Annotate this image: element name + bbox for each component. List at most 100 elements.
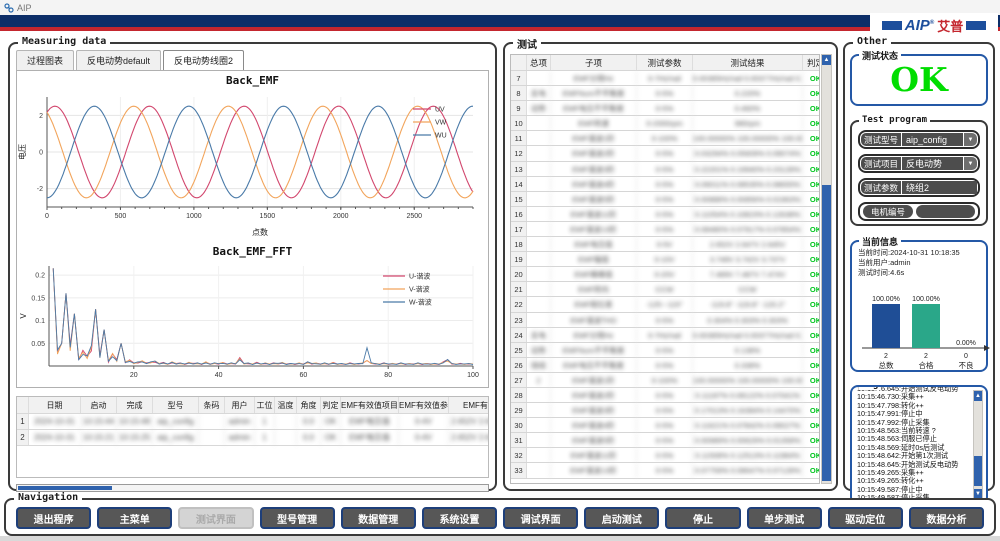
table-row[interactable]: 33EMF谐波13阶0-5%0.07759% 0.08647% 0.07128%… <box>511 463 819 478</box>
navigation-title: Navigation <box>14 492 82 503</box>
table-row[interactable]: 26绕组EMF电压不平衡度0-5%0.338%OK <box>511 358 819 373</box>
nav-button-7[interactable]: 启动测试 <box>584 507 659 529</box>
nav-button-5[interactable]: 系统设置 <box>422 507 497 529</box>
header-cell <box>17 397 29 413</box>
nav-button-0[interactable]: 退出程序 <box>16 507 91 529</box>
svg-text:0: 0 <box>45 213 49 220</box>
table-row[interactable]: 23EMF谐波THD0-5%0.304% 0.303% 0.303%OK <box>511 313 819 328</box>
subitem-cell: EMF谐波4阶 <box>551 177 637 191</box>
tab-1[interactable]: 反电动势default <box>76 50 161 70</box>
window-title: AIP <box>17 3 32 13</box>
footer-strip <box>0 536 1000 541</box>
svg-text:80: 80 <box>384 372 392 379</box>
table-row[interactable]: 15EMF谐波5阶0-5%0.00888% 0.00856% 0.01963%O… <box>511 192 819 207</box>
row-number: 31 <box>511 433 527 447</box>
data-cell: 1 <box>255 414 275 429</box>
table-row[interactable]: 272EMF谐波1阶0-100%100.00000% 100.00000% 10… <box>511 373 819 388</box>
verdict-cell: OK <box>803 297 820 311</box>
table-row[interactable]: 17EMF谐波13阶0-5%0.08480% 0.07917% 0.07854%… <box>511 222 819 237</box>
row-number: 23 <box>511 313 527 327</box>
data-cell: 2024-10-31 <box>29 430 81 445</box>
nav-button-1[interactable]: 主菜单 <box>97 507 172 529</box>
log-scrollbar[interactable]: ▲ ▼ <box>973 390 983 500</box>
logo-right-block <box>966 21 986 30</box>
table-row[interactable]: 16EMF谐波11阶0-5%0.11054% 0.10823% 0.12638%… <box>511 207 819 222</box>
group-cell <box>527 448 551 462</box>
subitem-cell: EMF电压不平衡度 <box>551 101 637 115</box>
header-cell: 工位 <box>255 397 275 413</box>
scrollbar-thumb[interactable] <box>822 185 831 481</box>
table-row[interactable]: 12024-10-3110:15:4410:15:48aip_configadm… <box>17 414 488 430</box>
svg-text:100.00%: 100.00% <box>872 296 900 303</box>
motor-number-button[interactable]: 电机编号 <box>863 205 913 218</box>
table-row[interactable]: 14EMF谐波4阶0-5%0.06011% 0.08535% 0.08655%O… <box>511 177 819 192</box>
test-param-field[interactable]: 测试参数 绕组2 <box>858 178 980 197</box>
brand-cn: 艾普 <box>937 16 963 35</box>
nav-button-9[interactable]: 单步测试 <box>747 507 822 529</box>
header-cell: 温度 <box>275 397 297 413</box>
table-row[interactable]: 8反电EMFNum不平衡度0-5%0.220%OK <box>511 86 819 101</box>
subitem-cell: EMF相位差 <box>551 297 637 311</box>
param-cell: 0-5% <box>637 177 693 191</box>
param-cell: 0-7Hz/rad <box>637 71 693 85</box>
scroll-up-icon[interactable]: ▲ <box>974 391 982 401</box>
log-title: Log <box>859 385 881 390</box>
svg-text:0.2: 0.2 <box>35 273 45 280</box>
model-select[interactable]: 测试型号 aip_config ▼ <box>858 130 980 149</box>
window-titlebar: AIP <box>0 0 1000 15</box>
table-row[interactable]: 11EMF谐波1阶0-100%100.00000% 100.00000% 100… <box>511 131 819 146</box>
table-row[interactable]: 13EMF谐波3阶0-5%0.22201% 0.19940% 0.23128%O… <box>511 162 819 177</box>
table-row[interactable]: 22EMF相位差-125~-115°-119.8° -119.8° -120.2… <box>511 297 819 312</box>
nav-button-10[interactable]: 驱动定位 <box>828 507 903 529</box>
svg-text:V: V <box>19 313 28 319</box>
param-cell: 0-100% <box>637 373 693 387</box>
table-row[interactable]: 7EMF分频Hz0-7Hz/rad0.00385Hz/rad 0.00377Hz… <box>511 71 819 86</box>
result-cell: CCW <box>693 282 803 296</box>
row-number: 1 <box>17 414 29 429</box>
nav-button-3[interactable]: 型号管理 <box>260 507 335 529</box>
table-row[interactable]: 10EMF转速0-2000rpm980rpmOK <box>511 116 819 131</box>
scroll-up-icon[interactable]: ▲ <box>822 55 831 65</box>
table-row[interactable]: 21EMF转向CCWCCWOK <box>511 282 819 297</box>
table-row[interactable]: 30EMF谐波4阶0-5%0.11621% 0.07842% 0.09027%O… <box>511 418 819 433</box>
test-program-box: Test program 测试型号 aip_config ▼ 测试项目 反电动势… <box>850 120 988 226</box>
header-cell: 用户 <box>225 397 255 413</box>
group-cell <box>527 222 551 236</box>
tab-0[interactable]: 过程图表 <box>16 50 74 70</box>
nav-button-4[interactable]: 数据管理 <box>341 507 416 529</box>
nav-button-11[interactable]: 数据分析 <box>909 507 984 529</box>
param-cell: 0-5% <box>637 418 693 432</box>
chevron-down-icon[interactable]: ▼ <box>964 133 977 146</box>
scrollbar-thumb[interactable] <box>974 456 982 486</box>
test-item-select[interactable]: 测试项目 反电动势 ▼ <box>858 154 980 173</box>
test-table-scrollbar[interactable]: ▲ <box>821 54 832 484</box>
table-row[interactable]: 18EMF电压值0-5V2.652V 2.647V 2.645VOK <box>511 237 819 252</box>
group-cell <box>527 207 551 221</box>
table-row[interactable]: 28EMF谐波2阶0-5%0.11187% 0.08122% 0.07041%O… <box>511 388 819 403</box>
tab-2[interactable]: 反电动势线圈2 <box>163 50 244 70</box>
svg-text:WU: WU <box>435 133 447 140</box>
chevron-down-icon[interactable]: ▼ <box>964 157 977 170</box>
table-row[interactable]: 25动势EMFNum不平衡度0-5%0.138%OK <box>511 343 819 358</box>
table-row[interactable]: 29EMF谐波3阶0-5%0.17013% 0.16384% 0.14470%O… <box>511 403 819 418</box>
table-row[interactable]: 19EMF幅值0-10V3.748V 3.742V 3.737VOK <box>511 252 819 267</box>
result-cell: 0.00989% 0.00629% 0.01358% <box>693 433 803 447</box>
table-row[interactable]: 12EMF谐波2阶0-5%0.03294% 0.05609% 0.09074%O… <box>511 146 819 161</box>
group-cell <box>527 116 551 130</box>
verdict-cell: OK <box>803 192 820 206</box>
table-row[interactable]: 9动势EMF电压不平衡度0-5%0.460%OK <box>511 101 819 116</box>
param-cell: 0-5% <box>637 207 693 221</box>
table-row[interactable]: 31EMF谐波5阶0-5%0.00989% 0.00629% 0.01358%O… <box>511 433 819 448</box>
nav-button-8[interactable]: 停止 <box>665 507 740 529</box>
table-row[interactable]: 22024-10-3110:15:2110:15:25aip_configadm… <box>17 430 488 446</box>
svg-text:W-谐波: W-谐波 <box>409 298 432 307</box>
table-row[interactable]: 24反电EMF分频Hz0-7Hz/rad0.00385Hz/rad 0.0037… <box>511 328 819 343</box>
data-cell: 0.0 <box>297 414 321 429</box>
table-row[interactable]: 32EMF谐波11阶0-5%0.11508% 0.12513% 0.11984%… <box>511 448 819 463</box>
nav-button-6[interactable]: 调试界面 <box>503 507 578 529</box>
motor-number-input[interactable] <box>916 205 975 218</box>
subitem-cell: EMF转向 <box>551 282 637 296</box>
table-row[interactable]: 20EMF峰峰值0-20V7.489V 7.487V 7.474VOK <box>511 267 819 282</box>
measuring-data-title: Measuring data <box>18 36 110 47</box>
data-cell: 2024-10-31 <box>29 414 81 429</box>
